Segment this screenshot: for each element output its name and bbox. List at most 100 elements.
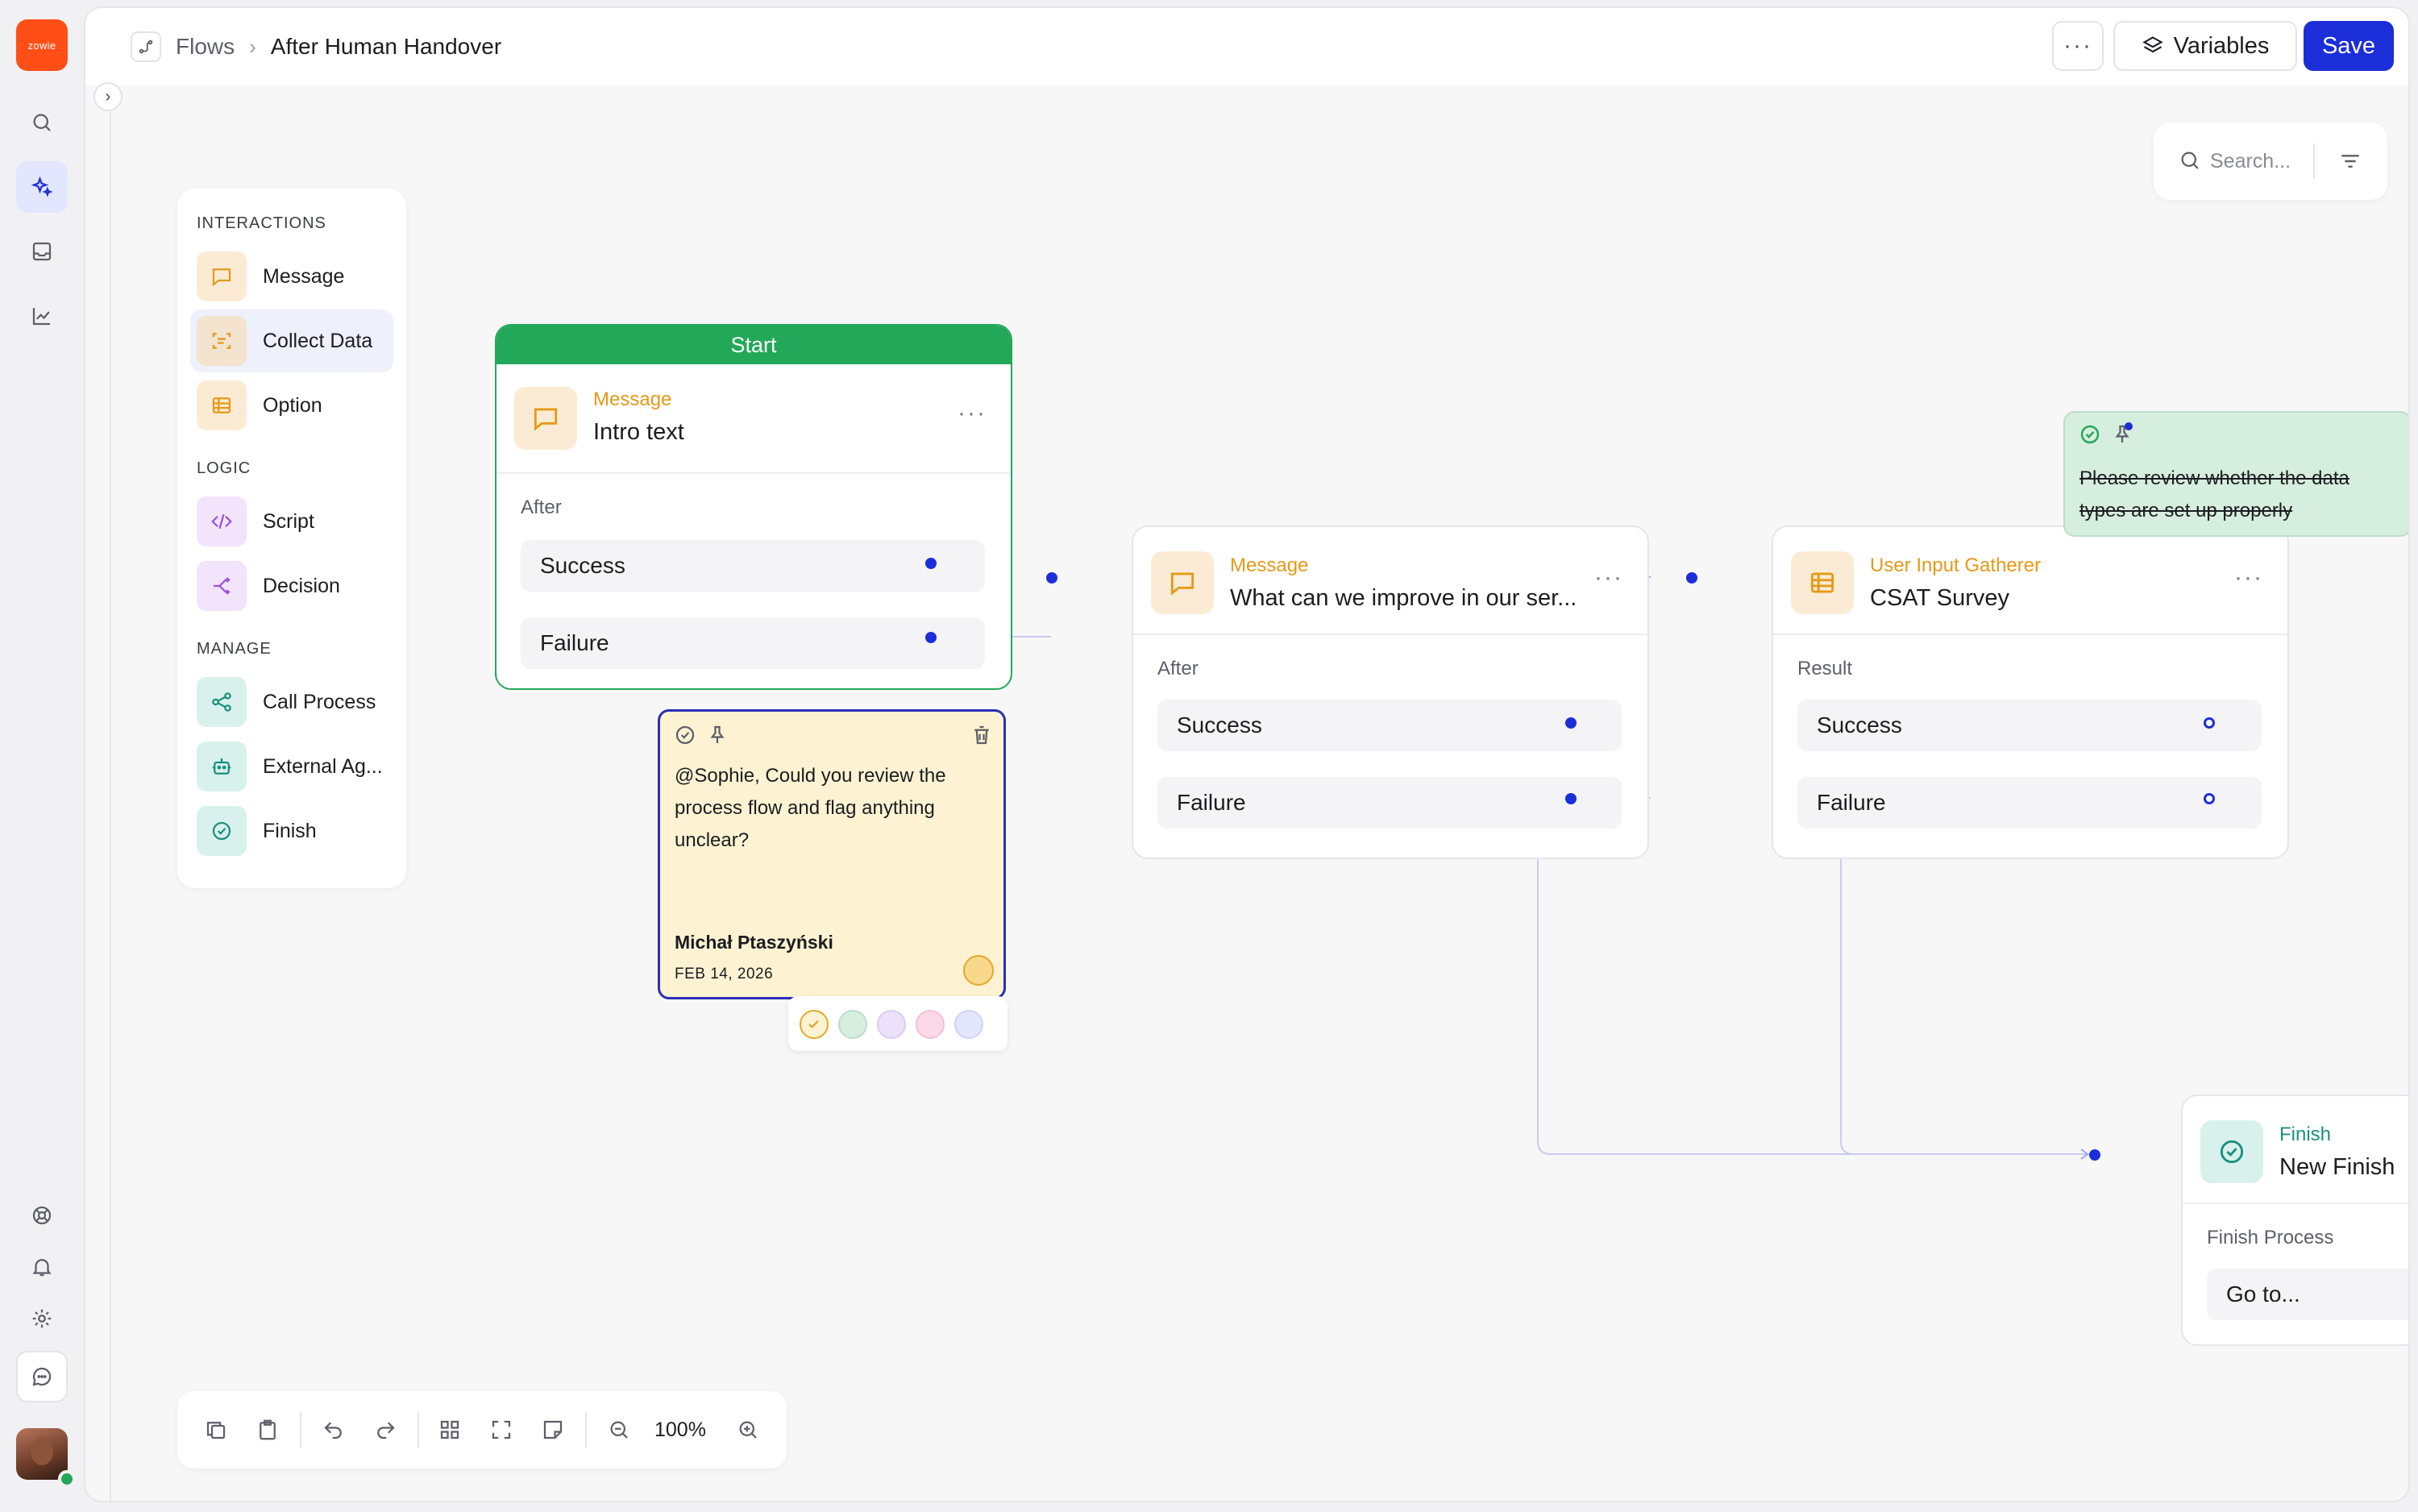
nav-chat-button[interactable]: [16, 1351, 68, 1402]
port-gatherer-failure[interactable]: [2204, 793, 2215, 804]
nav-notifications-button[interactable]: [16, 1241, 68, 1293]
more-options-button[interactable]: ···: [2052, 21, 2104, 71]
variables-label: Variables: [2173, 32, 2270, 59]
node-new-finish[interactable]: Finish New Finish Finish Process Go to..…: [2181, 1095, 2408, 1346]
split-icon: [197, 561, 247, 611]
search-divider: [2313, 143, 2315, 179]
share-nodes-icon: [197, 677, 247, 727]
flow-canvas[interactable]: INTERACTIONS Message Collect Data Option…: [113, 85, 2408, 1501]
note-body-line: unclear?: [675, 829, 750, 851]
node-more-button[interactable]: ···: [958, 400, 987, 427]
zoom-out-button[interactable]: [604, 1415, 634, 1444]
paste-button[interactable]: [253, 1415, 282, 1444]
layers-icon: [2142, 36, 2163, 53]
swatch-green[interactable]: [838, 1010, 867, 1039]
node-type-label: Finish: [2279, 1124, 2332, 1145]
nav-help-button[interactable]: [16, 1190, 68, 1241]
copy-button[interactable]: [202, 1415, 231, 1444]
note-body-line: types are set up properly: [2079, 500, 2293, 521]
node-more-button[interactable]: ···: [1594, 564, 1623, 592]
canvas-search[interactable]: Search...: [2154, 123, 2387, 200]
node-row-success[interactable]: Success: [1797, 700, 2262, 751]
main-shell: Flows › After Human Handover ··· Variabl…: [84, 6, 2410, 1502]
swatch-blue[interactable]: [954, 1010, 983, 1039]
unread-dot: [2125, 422, 2133, 430]
save-button[interactable]: Save: [2304, 21, 2394, 71]
trash-icon[interactable]: [970, 723, 994, 747]
port-finish-input[interactable]: [2089, 1149, 2100, 1161]
left-nav: zowie: [0, 0, 84, 1512]
sticky-note-comment[interactable]: @Sophie, Could you review the process fl…: [658, 709, 1006, 999]
node-csat-survey[interactable]: User Input Gatherer CSAT Survey ··· Resu…: [1772, 525, 2289, 859]
node-row-failure[interactable]: Failure: [521, 617, 985, 669]
port-start-success[interactable]: [925, 558, 937, 569]
zowie-logo[interactable]: zowie: [16, 19, 68, 71]
palette-item-message[interactable]: Message: [190, 245, 393, 308]
nav-analytics-button[interactable]: [16, 290, 68, 342]
palette-item-label: Call Process: [263, 690, 376, 713]
palette-item-label: Option: [263, 393, 322, 417]
port-gatherer-success[interactable]: [2204, 717, 2215, 729]
pin-icon[interactable]: [705, 723, 729, 747]
nav-inbox-button[interactable]: [16, 226, 68, 277]
palette-item-external-agent[interactable]: External Ag...: [190, 735, 393, 798]
code-icon: [197, 496, 247, 546]
breadcrumb-current: After Human Handover: [270, 34, 502, 59]
node-message-improve[interactable]: Message What can we improve in our ser..…: [1132, 525, 1649, 859]
search-icon: [33, 114, 51, 131]
expand-sidebar-button[interactable]: ›: [93, 82, 123, 111]
message-icon: [514, 387, 577, 450]
palette-item-finish[interactable]: Finish: [190, 800, 393, 862]
grid-icon: [440, 1420, 459, 1439]
search-input[interactable]: Search...: [2210, 150, 2291, 173]
node-row-goto[interactable]: Go to...: [2207, 1269, 2408, 1320]
panel-divider: [110, 85, 111, 1501]
bell-icon: [32, 1259, 52, 1277]
zoom-in-button[interactable]: [733, 1415, 762, 1444]
palette-item-label: Collect Data: [263, 329, 373, 352]
add-note-button[interactable]: [538, 1415, 567, 1444]
resolve-check-icon[interactable]: [673, 723, 697, 747]
palette-item-label: Script: [263, 509, 314, 533]
fullscreen-icon: [492, 1420, 511, 1439]
check-circle-icon: [197, 806, 247, 856]
auto-layout-button[interactable]: [435, 1415, 464, 1444]
sticky-note-resolved[interactable]: Please review whether the data types are…: [2063, 411, 2408, 537]
node-row-success[interactable]: Success: [521, 540, 985, 592]
toolbar-divider: [300, 1412, 301, 1448]
nav-search-button[interactable]: [16, 97, 68, 148]
swatch-purple[interactable]: [877, 1010, 906, 1039]
palette-item-script[interactable]: Script: [190, 490, 393, 553]
swatch-pink[interactable]: [916, 1010, 945, 1039]
fit-view-button[interactable]: [487, 1415, 516, 1444]
nav-settings-button[interactable]: [16, 1293, 68, 1344]
variables-button[interactable]: Variables: [2113, 21, 2297, 71]
undo-button[interactable]: [319, 1415, 348, 1444]
port-message-success[interactable]: [1565, 717, 1577, 729]
nav-ai-flows-button[interactable]: [16, 161, 68, 213]
message-icon: [197, 251, 247, 301]
palette-item-label: Finish: [263, 819, 317, 842]
swatch-yellow-selected[interactable]: [800, 1010, 829, 1039]
port-gatherer-input[interactable]: [1686, 572, 1697, 584]
palette-item-call-process[interactable]: Call Process: [190, 671, 393, 733]
palette-item-option[interactable]: Option: [190, 374, 393, 437]
port-start-failure[interactable]: [925, 632, 937, 643]
palette-item-collect-data[interactable]: Collect Data: [190, 309, 393, 372]
port-message-failure[interactable]: [1565, 793, 1577, 804]
note-body-line: @Sophie, Could you review the: [675, 765, 946, 787]
breadcrumb: Flows › After Human Handover: [131, 29, 501, 64]
port-message-input[interactable]: [1046, 572, 1057, 584]
filter-icon[interactable]: [2337, 148, 2363, 174]
node-row-success[interactable]: Success: [1157, 700, 1622, 751]
node-row-failure[interactable]: Failure: [1797, 777, 2262, 829]
zoom-out-icon: [610, 1421, 628, 1439]
node-row-failure[interactable]: Failure: [1157, 777, 1622, 829]
note-color-indicator[interactable]: [963, 955, 994, 986]
resolved-check-icon[interactable]: [2078, 422, 2102, 447]
breadcrumb-flows-link[interactable]: Flows: [176, 34, 235, 60]
canvas-toolbar: 100%: [177, 1391, 787, 1468]
redo-button[interactable]: [371, 1415, 400, 1444]
node-more-button[interactable]: ···: [2234, 564, 2263, 592]
palette-item-decision[interactable]: Decision: [190, 555, 393, 617]
